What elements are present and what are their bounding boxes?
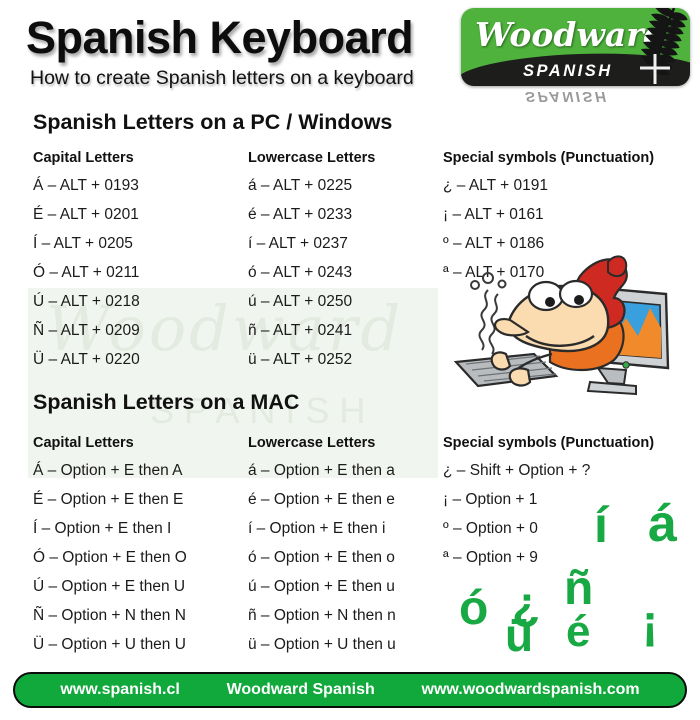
footer-brand-name: Woodward Spanish [226,681,375,698]
column-header: Special symbols (Punctuation) [443,150,655,166]
table-row: ú – Option + E then u [248,578,395,595]
table-row: ¿ – Shift + Option + ? [443,462,591,479]
table-row: É – Option + E then E [33,491,184,508]
table-row: ú – ALT + 0250 [248,293,353,310]
column-capital-letters-pc: Capital Letters Á – ALT + 0193 É – ALT +… [33,150,248,381]
table-row: Á – ALT + 0193 [33,177,139,194]
footer-link-spanish-cl[interactable]: www.spanish.cl [60,681,179,699]
decorative-letter: ¡ [642,597,658,650]
table-row: Ü – Option + U then U [33,636,186,653]
page-subtitle: How to create Spanish letters on a keybo… [30,67,414,89]
column-header: Lowercase Letters [248,150,376,166]
table-row: é – ALT + 0233 [248,206,353,223]
logo-reflection-text: SPANISH [525,88,609,105]
table-row: Ñ – ALT + 0209 [33,322,140,339]
table-row: á – ALT + 0225 [248,177,353,194]
column-lowercase-letters-pc: Lowercase Letters á – ALT + 0225 é – ALT… [248,150,443,381]
logo-brand-sub: SPANISH [523,62,613,80]
table-row: Ü – ALT + 0220 [33,351,140,368]
footer-bar: www.spanish.cl Woodward Spanish www.wood… [13,672,687,708]
poster-page: Woodward SPANISH Spanish Keyboard How to… [0,0,700,720]
table-row: ¡ – ALT + 0161 [443,206,544,223]
table-row: Í – Option + E then I [33,520,172,537]
table-row: É – ALT + 0201 [33,206,139,223]
table-row: Ó – ALT + 0211 [33,264,140,281]
decorative-letter: á [648,495,677,553]
woodward-spanish-logo[interactable]: Woodward ® SPANISH [461,8,690,86]
column-header: Capital Letters [33,150,134,166]
table-row: ó – ALT + 0243 [248,264,353,281]
column-header: Special symbols (Punctuation) [443,435,655,451]
table-row: ü – ALT + 0252 [248,351,353,368]
table-row: Ú – ALT + 0218 [33,293,140,310]
decorative-letter: ó [459,582,489,635]
decorative-letter: í [594,497,608,553]
table-row: ¿ – ALT + 0191 [443,177,548,194]
table-row: ó – Option + E then o [248,549,395,566]
footer-link-woodwardspanish-com[interactable]: www.woodwardspanish.com [422,681,640,699]
column-lowercase-letters-mac: Lowercase Letters á – Option + E then a … [248,435,443,666]
table-row: Ó – Option + E then O [33,549,187,566]
table-row: é – Option + E then e [248,491,395,508]
table-row: á – Option + E then a [248,462,395,479]
table-row: ü – Option + U then u [248,636,396,653]
decorative-letter: ñ [564,562,594,615]
table-row: ñ – ALT + 0241 [248,322,353,339]
section-title-mac: Spanish Letters on a MAC [33,390,300,414]
table-row: Í – ALT + 0205 [33,235,133,252]
column-header: Capital Letters [33,435,134,451]
table-row: ñ – Option + N then n [248,607,396,624]
page-title: Spanish Keyboard [26,12,414,63]
fern-leaf-icon [640,8,688,85]
decorative-letter: é [566,607,591,656]
table-row: Ú – Option + E then U [33,578,186,595]
table-row: í – ALT + 0237 [248,235,348,252]
table-row: Á – Option + E then A [33,462,183,479]
column-capital-letters-mac: Capital Letters Á – Option + E then A É … [33,435,248,666]
decorative-letter: ü [505,609,534,661]
column-header: Lowercase Letters [248,435,376,451]
table-row: í – Option + E then i [248,520,386,537]
table-row: Ñ – Option + N then N [33,607,186,624]
section-title-pc: Spanish Letters on a PC / Windows [33,110,393,134]
cartoon-typing-character-illustration [453,255,670,396]
